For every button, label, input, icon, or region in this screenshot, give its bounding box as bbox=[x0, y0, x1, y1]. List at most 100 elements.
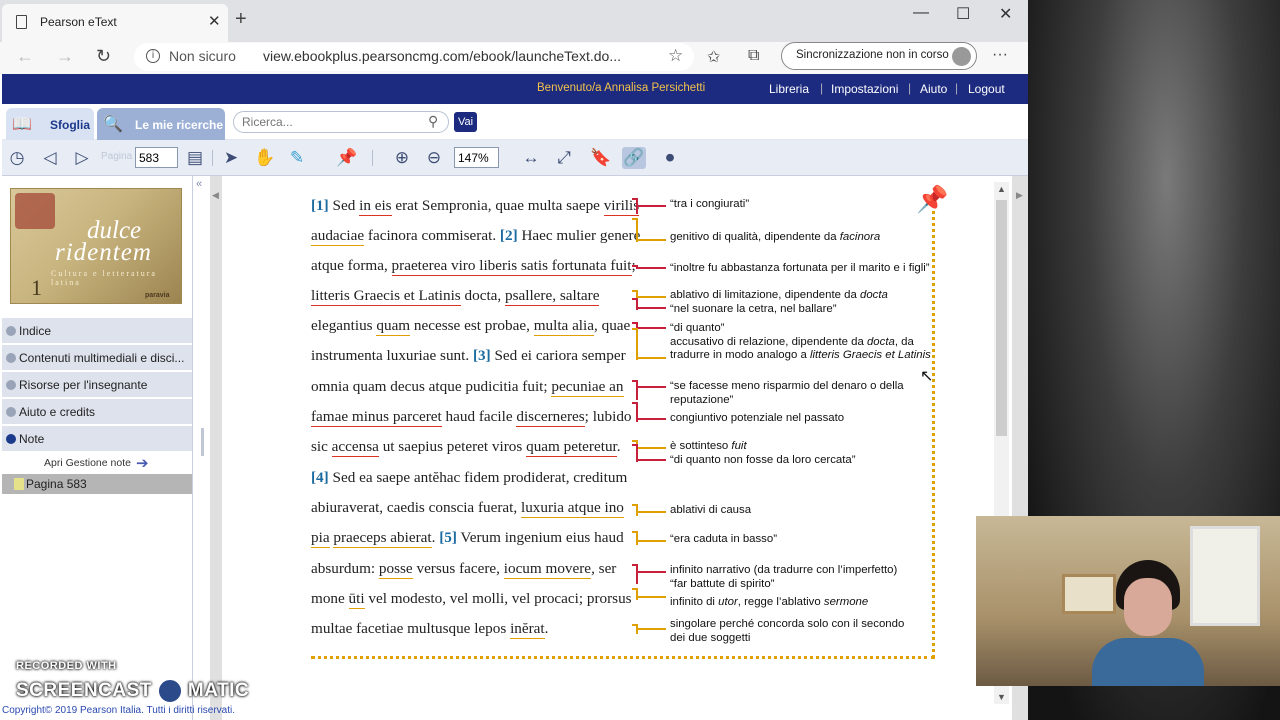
toolbar-divider bbox=[372, 150, 373, 166]
latin-text-line: multae facetiae multusque lepos inĕrat. bbox=[311, 620, 549, 639]
page-number-input[interactable] bbox=[135, 147, 178, 168]
sidebar: dulce ridentem Cultura e letteratura lat… bbox=[2, 176, 193, 720]
sidebar-item-notes[interactable]: Note bbox=[2, 426, 192, 452]
zoom-level-input[interactable] bbox=[454, 147, 499, 168]
bracket-line bbox=[632, 402, 638, 404]
book-cover[interactable]: dulce ridentem Cultura e letteratura lat… bbox=[10, 188, 182, 304]
glossed-phrase: accensa bbox=[331, 438, 379, 457]
fit-page-icon[interactable]: ⤢ bbox=[552, 147, 576, 169]
sticky-note-pin-icon[interactable]: 📌 bbox=[335, 147, 359, 169]
collapse-icon bbox=[6, 434, 16, 444]
logout-link[interactable]: Logout bbox=[968, 82, 1005, 96]
library-link[interactable]: Libreria bbox=[769, 82, 809, 96]
history-icon[interactable]: ◷ bbox=[5, 147, 29, 169]
latin-text-line: absurdum: posse versus facere, iocum mov… bbox=[311, 560, 617, 579]
zoom-out-icon[interactable]: ⊖ bbox=[422, 147, 446, 169]
back-icon[interactable]: ← bbox=[16, 46, 34, 67]
latin-text-line: pia praeceps abierat. [5] Verum ingenium… bbox=[311, 529, 624, 548]
not-secure-label[interactable]: Non sicuro bbox=[169, 48, 236, 64]
tab-close-button[interactable]: ✕ bbox=[208, 12, 221, 30]
chevron-left-icon: ◀ bbox=[212, 190, 219, 200]
note-item[interactable]: Pagina 583 bbox=[2, 474, 192, 494]
webcam-overlay bbox=[976, 516, 1280, 686]
dotted-border bbox=[311, 656, 935, 659]
sync-button[interactable]: Sincronizzazione non in corso bbox=[781, 42, 977, 70]
open-notes-manager-button[interactable]: Apri Gestione note ➔ bbox=[2, 453, 192, 473]
book-icon: 📖 bbox=[12, 116, 32, 133]
sidebar-item-teacher-resources[interactable]: Risorse per l'insegnante bbox=[2, 372, 192, 398]
bracket-line bbox=[636, 459, 666, 461]
bracket-line bbox=[632, 624, 638, 626]
scroll-down-icon[interactable]: ▼ bbox=[997, 692, 1006, 702]
webcam-window-image bbox=[1190, 526, 1260, 626]
favorite-star-icon[interactable]: ☆ bbox=[668, 46, 683, 66]
favorites-icon[interactable]: ✩ bbox=[707, 47, 720, 67]
gloss-note: ablativo di limitazione, dipendente da d… bbox=[670, 289, 888, 315]
zoom-in-icon[interactable]: ⊕ bbox=[390, 147, 414, 169]
links-icon[interactable]: 🔗 bbox=[622, 147, 646, 169]
chevron-right-icon: ▶ bbox=[1016, 190, 1023, 200]
refresh-icon[interactable]: ↻ bbox=[96, 46, 111, 67]
select-cursor-icon[interactable]: ➤ bbox=[219, 147, 243, 169]
bracket-line bbox=[636, 571, 666, 573]
tab-my-searches[interactable]: 🔍 Le mie ricerche bbox=[97, 108, 225, 140]
search-input[interactable] bbox=[233, 111, 449, 133]
glossed-phrase: luxuria atque ino bbox=[520, 499, 624, 518]
next-page-icon[interactable]: ▷ bbox=[70, 147, 94, 169]
bracket-line bbox=[636, 380, 638, 400]
two-page-view-icon[interactable]: ▤ bbox=[183, 147, 207, 169]
browser-tab[interactable]: Pearson eText ✕ bbox=[2, 4, 228, 42]
reader-toolbar: ◷ ◁ ▷ Pagina ▤ ➤ ✋ ✎ 📌 ⊕ ⊖ ↔ ⤢ 🔖 🔗 ⏺ bbox=[2, 140, 1028, 176]
tab-browse[interactable]: 📖 Sfoglia bbox=[6, 108, 94, 140]
glossed-phrase: pia bbox=[311, 529, 330, 548]
previous-page-icon[interactable]: ◁ bbox=[38, 147, 62, 169]
bracket-line bbox=[632, 218, 638, 220]
new-tab-button[interactable]: + bbox=[235, 8, 247, 31]
settings-link[interactable]: Impostazioni bbox=[831, 82, 898, 96]
header-separator: | bbox=[908, 81, 912, 95]
bracket-line bbox=[636, 239, 666, 241]
maximize-button[interactable]: ☐ bbox=[956, 4, 970, 24]
sidebar-item-index[interactable]: Indice bbox=[2, 318, 192, 344]
forward-icon[interactable]: → bbox=[56, 46, 74, 67]
fit-width-icon[interactable]: ↔ bbox=[519, 147, 543, 169]
minimize-button[interactable]: — bbox=[913, 4, 929, 22]
collapse-sidebar-icon[interactable]: « bbox=[196, 178, 202, 190]
watermark-top: RECORDED WITH bbox=[16, 660, 117, 672]
glossed-phrase: ūti bbox=[348, 590, 365, 609]
expand-icon bbox=[6, 353, 16, 363]
sidebar-item-help-credits[interactable]: Aiuto e credits bbox=[2, 399, 192, 425]
gloss-note: “inoltre fu abbastanza fortunata per il … bbox=[670, 262, 930, 274]
gloss-note: congiuntivo potenziale nel passato bbox=[670, 412, 845, 424]
media-icon[interactable]: ⏺ bbox=[655, 147, 685, 169]
hand-tool-icon[interactable]: ✋ bbox=[253, 147, 277, 169]
collections-icon[interactable]: ⧉ bbox=[748, 47, 759, 65]
address-bar[interactable]: i Non sicuro view.ebookplus.pearsoncmg.c… bbox=[134, 43, 694, 71]
go-button[interactable]: Vai bbox=[454, 112, 477, 132]
scrollbar-thumb[interactable] bbox=[996, 200, 1007, 436]
highlighter-icon[interactable]: ✎ bbox=[285, 147, 309, 169]
help-link[interactable]: Aiuto bbox=[920, 82, 947, 96]
sidebar-item-label: Contenuti multimediali e disci... bbox=[19, 351, 185, 365]
more-menu-icon[interactable]: ··· bbox=[992, 46, 1008, 64]
glossed-phrase: famae minus parceret bbox=[311, 408, 442, 427]
toolbar-divider bbox=[212, 150, 213, 166]
bracket-line bbox=[632, 198, 638, 200]
gloss-note: genitivo di qualità, dipendente da facin… bbox=[670, 231, 881, 243]
close-window-button[interactable]: ✕ bbox=[999, 4, 1012, 24]
glossed-phrase: pecuniae an bbox=[551, 378, 624, 397]
glossed-phrase: in eis bbox=[359, 197, 392, 216]
info-icon[interactable]: i bbox=[146, 49, 160, 63]
latin-text-line: atque forma, praeterea viro liberis sati… bbox=[311, 257, 636, 276]
search-icon[interactable]: ⚲ bbox=[428, 113, 438, 130]
url-text[interactable]: view.ebookplus.pearsoncmg.com/ebook/laun… bbox=[263, 48, 621, 64]
latin-text-line: audaciae facinora commiserat. [2] Haec m… bbox=[311, 227, 641, 246]
pinned-note-icon[interactable]: 📌 bbox=[916, 184, 948, 215]
previous-page-gutter[interactable]: ◀ bbox=[210, 176, 222, 720]
sidebar-item-multimedia[interactable]: Contenuti multimediali e disci... bbox=[2, 345, 192, 371]
sidebar-item-label: Note bbox=[19, 432, 45, 446]
copyright-text: Copyright© 2019 Pearson Italia. Tutti i … bbox=[2, 705, 236, 716]
scroll-up-icon[interactable]: ▲ bbox=[997, 184, 1006, 194]
sidebar-resize-handle[interactable] bbox=[201, 428, 204, 456]
bookmark-icon[interactable]: 🔖 bbox=[589, 147, 613, 169]
